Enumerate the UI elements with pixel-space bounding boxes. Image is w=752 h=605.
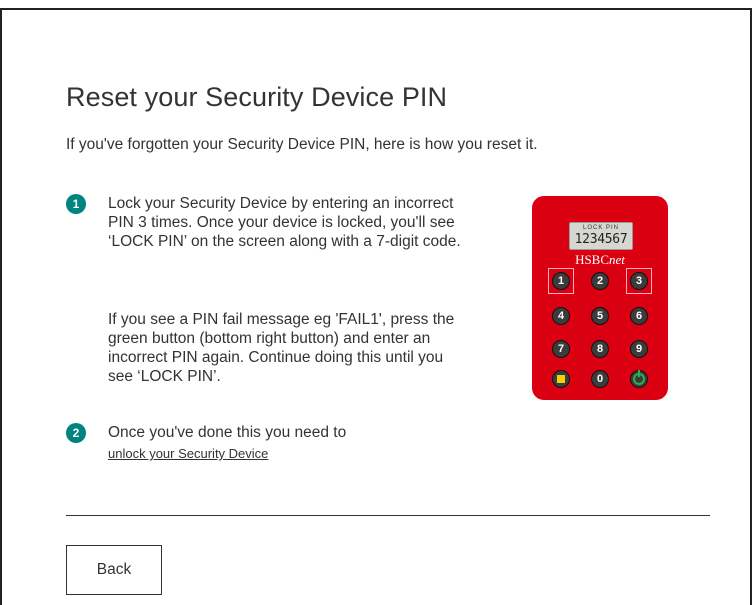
modal-frame: Reset your Security Device PIN If you've…: [0, 8, 752, 605]
security-device-illustration: LOCK PIN 1234567 HSBCnet 1 2 3 4 5 6 7 8…: [532, 196, 668, 400]
device-key-0: 0: [591, 370, 609, 388]
step-2-number-badge: 2: [66, 423, 86, 443]
device-brand-text: HSBCnet: [575, 252, 625, 267]
device-key-5: 5: [591, 307, 609, 325]
device-screen-code: 1234567: [574, 232, 628, 247]
page-title: Reset your Security Device PIN: [66, 82, 448, 112]
divider: [66, 515, 710, 516]
green-power-icon: [633, 370, 645, 385]
device-key-1: 1: [552, 272, 570, 290]
device-brand: HSBCnet: [532, 252, 668, 268]
device-key-9: 9: [630, 340, 648, 358]
device-key-4: 4: [552, 307, 570, 325]
device-key-3: 3: [630, 272, 648, 290]
device-key-2: 2: [591, 272, 609, 290]
device-key-6: 6: [630, 307, 648, 325]
device-key-yellow: [552, 370, 570, 388]
step-1-note: If you see a PIN fail message eg 'FAIL1'…: [108, 311, 455, 385]
device-key-7: 7: [552, 340, 570, 358]
step-1-number-badge: 1: [66, 194, 86, 214]
intro-text: If you've forgotten your Security Device…: [66, 136, 538, 153]
step-2-text: Once you've done this you need to: [108, 424, 347, 441]
device-key-green: [630, 370, 648, 388]
device-key-8: 8: [591, 340, 609, 358]
back-button[interactable]: Back: [66, 545, 162, 595]
unlock-device-link[interactable]: unlock your Security Device: [108, 444, 268, 463]
device-screen: LOCK PIN 1234567: [569, 222, 633, 250]
step-2-text-block: Once you've done this you need to unlock…: [108, 423, 468, 463]
yellow-square-icon: [557, 375, 565, 383]
device-screen-lock-label: LOCK PIN: [582, 225, 619, 231]
step-1-text: Lock your Security Device by entering an…: [108, 195, 461, 250]
